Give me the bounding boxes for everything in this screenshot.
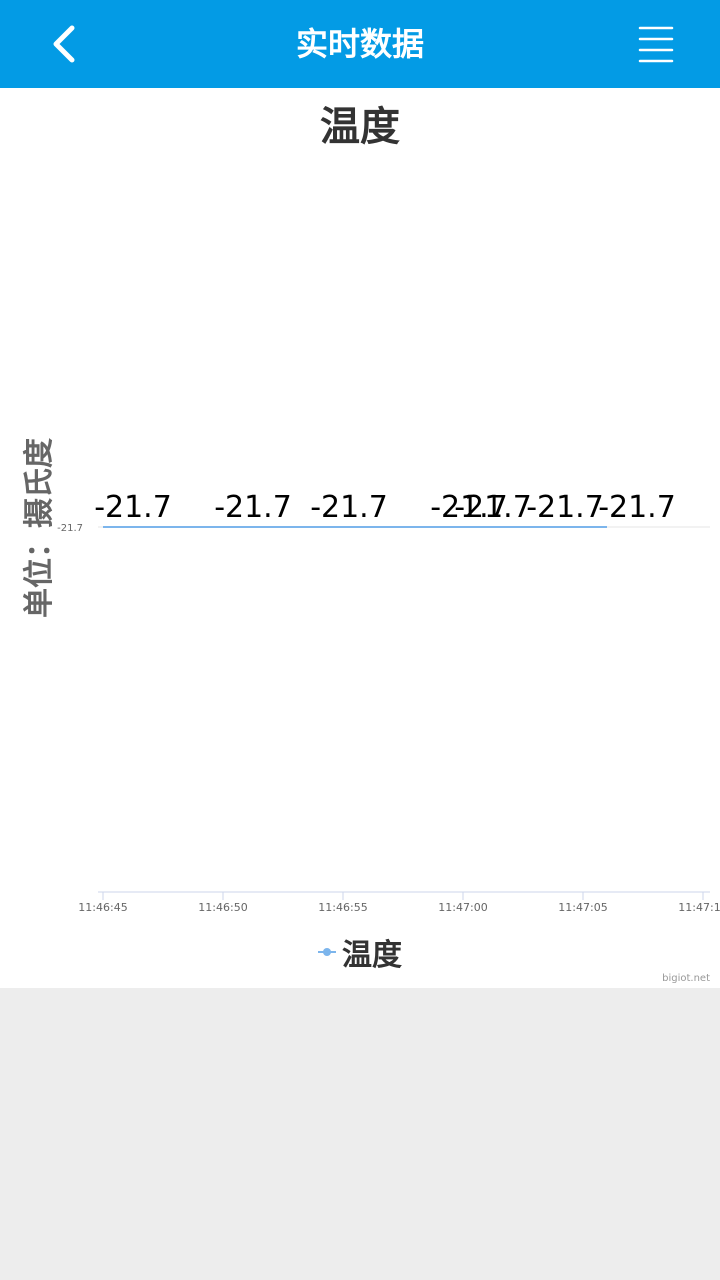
- x-tick-label: 11:47:00: [438, 901, 487, 914]
- chart-credit[interactable]: bigiot.net: [662, 973, 710, 984]
- x-tick-label: 11:47:10: [678, 901, 720, 914]
- data-label: -21.7: [94, 490, 172, 525]
- x-tick-label: 11:47:05: [558, 901, 607, 914]
- data-label: -21.7: [454, 490, 532, 525]
- data-label: -21.7: [310, 490, 388, 525]
- legend-label: 温度: [342, 938, 402, 973]
- x-tick-label: 11:46:55: [318, 901, 367, 914]
- y-tick-label: -21.7: [57, 523, 83, 534]
- x-tick-label: 11:46:50: [198, 901, 247, 914]
- legend-item[interactable]: 温度: [318, 930, 402, 974]
- x-tick-label: 11:46:45: [78, 901, 127, 914]
- data-label: -21.7: [526, 490, 604, 525]
- data-label: -21.7: [598, 490, 676, 525]
- data-label: -21.7: [214, 490, 292, 525]
- line-chart: -21.7 11:46:45 11:46:50 11:46:55 11:47:00 11:…: [57, 490, 720, 914]
- legend-series-icon: [318, 948, 336, 956]
